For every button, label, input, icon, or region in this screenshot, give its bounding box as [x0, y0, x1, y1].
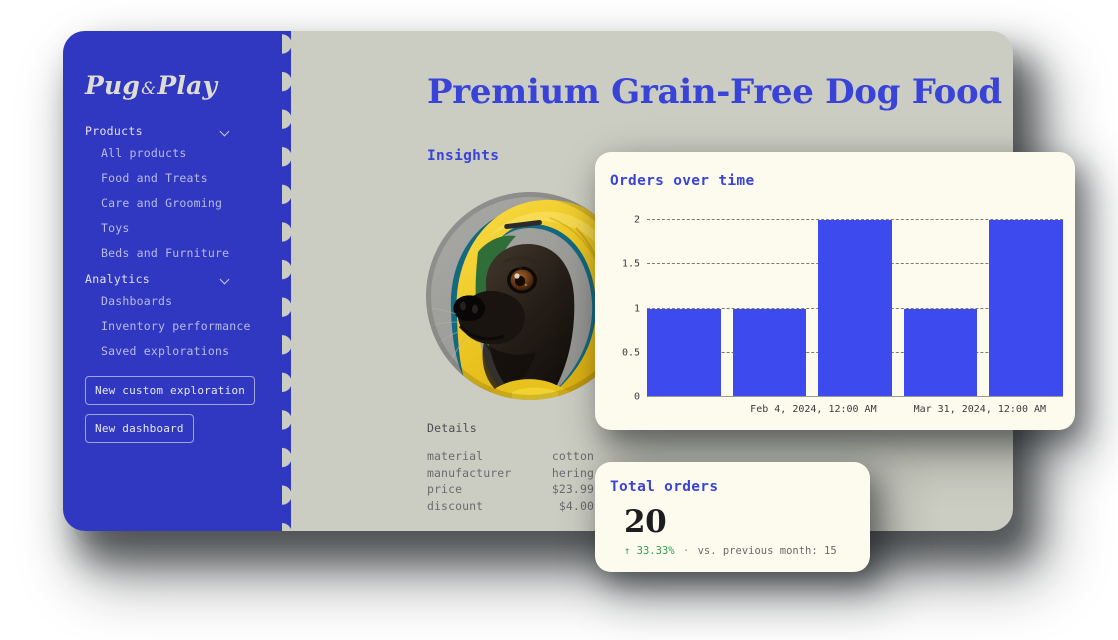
delta-comparison: vs. previous month: 15	[697, 545, 837, 557]
chevron-down-icon	[220, 274, 231, 285]
app-logo[interactable]: Pug&Play	[85, 71, 217, 100]
orders-over-time-card: Orders over time 0 0.5 1 1.5 2 Feb 4, 2024, …	[595, 152, 1075, 430]
sidebar-item-inventory-performance[interactable]: Inventory performance	[85, 313, 263, 338]
delta-separator: ·	[682, 545, 690, 557]
chart-bars	[647, 220, 1063, 397]
chart-y-tick-label: 0	[633, 391, 640, 403]
total-orders-delta: ↑ 33.33% · vs. previous month: 15	[624, 545, 837, 557]
detail-row-discount: discount $4.00	[427, 498, 594, 515]
chart-bar[interactable]	[647, 308, 721, 397]
total-orders-value: 20	[624, 504, 667, 540]
chevron-down-icon	[220, 126, 231, 137]
detail-value: hering	[551, 465, 594, 480]
detail-row-price: price $23.99	[427, 481, 594, 498]
sidebar-item-dashboards[interactable]: Dashboards	[85, 288, 263, 313]
chart-bar[interactable]	[732, 308, 807, 397]
detail-value: cotton	[551, 449, 594, 463]
new-custom-exploration-button[interactable]: New custom exploration	[85, 376, 256, 405]
new-dashboard-button[interactable]: New dashboard	[85, 414, 194, 443]
chart-y-tick-label: 2	[633, 214, 640, 226]
nav-section-analytics: Analytics Dashboards Inventory performan…	[85, 272, 263, 364]
total-orders-card: Total orders 20 ↑ 33.33% · vs. previous …	[595, 462, 870, 572]
detail-key: discount	[427, 498, 484, 513]
page-title: Premium Grain-Free Dog Food	[427, 72, 1002, 112]
sidebar-item-toys[interactable]: Toys	[85, 216, 263, 241]
sidebar-section-products-label: Products	[85, 124, 143, 138]
sidebar-section-analytics[interactable]: Analytics	[85, 272, 263, 288]
chart-x-tick-label: Mar 31, 2024, 12:00 AM	[913, 404, 1047, 415]
sidebar-item-beds-and-furniture[interactable]: Beds and Furniture	[85, 241, 263, 266]
sidebar-item-all-products[interactable]: All products	[85, 140, 263, 165]
total-orders-title: Total orders	[610, 479, 719, 495]
logo-second: Play	[157, 71, 218, 100]
chart-y-tick-label: 0.5	[621, 347, 640, 359]
sidebar-item-saved-explorations[interactable]: Saved explorations	[85, 338, 263, 363]
chart-y-tick-label: 1.5	[621, 258, 640, 270]
details-title: Details	[427, 421, 477, 435]
detail-value: $23.99	[551, 482, 594, 496]
chart-bar[interactable]	[903, 308, 978, 397]
detail-key: material	[427, 449, 484, 463]
chart-bar[interactable]	[818, 220, 892, 397]
bar-chart: 0 0.5 1 1.5 2 Feb 4, 2024, 12:00 AM Mar 31, 2…	[622, 215, 1063, 415]
chart-title: Orders over time	[610, 173, 755, 189]
delta-percent: 33.33%	[636, 545, 675, 557]
sidebar-scalloped-edge	[282, 31, 300, 531]
trend-up-icon: ↑	[624, 545, 631, 557]
insights-label: Insights	[427, 148, 500, 164]
detail-key: manufacturer	[427, 465, 512, 480]
logo-ampersand: &	[141, 79, 157, 99]
sidebar-item-food-and-treats[interactable]: Food and Treats	[85, 165, 263, 190]
detail-key: price	[427, 482, 463, 496]
detail-row-material: material cotton	[427, 448, 594, 465]
sidebar-item-care-and-grooming[interactable]: Care and Grooming	[85, 190, 263, 215]
sidebar-section-products[interactable]: Products	[85, 124, 263, 140]
sidebar: Pug&Play Products All products Food and …	[63, 31, 300, 531]
chart-x-axis	[647, 396, 1063, 397]
chart-bar[interactable]	[989, 220, 1063, 397]
detail-value: $4.00	[558, 498, 594, 513]
nav-section-products: Products All products Food and Treats Ca…	[85, 124, 263, 266]
details-section: Details material cotton manufacturer her…	[427, 421, 594, 514]
sidebar-section-analytics-label: Analytics	[85, 272, 151, 286]
detail-row-manufacturer: manufacturer hering	[427, 465, 594, 482]
chart-y-tick-label: 1	[633, 303, 640, 314]
logo-first: Pug	[85, 71, 141, 100]
chart-x-tick-label: Feb 4, 2024, 12:00 AM	[750, 404, 877, 415]
